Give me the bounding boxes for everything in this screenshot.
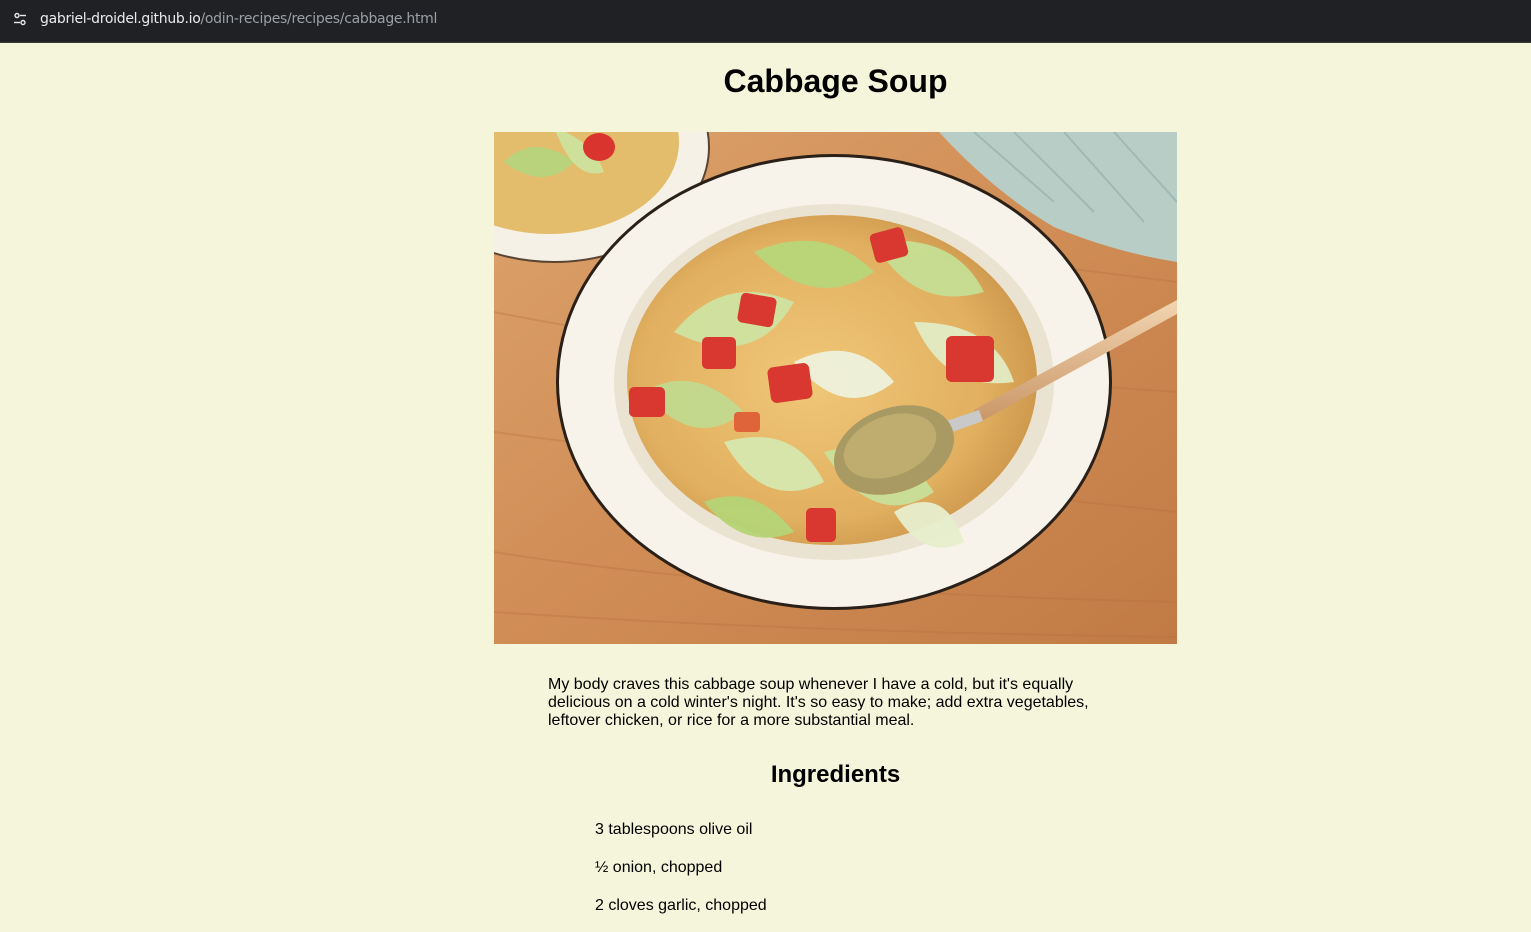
ingredient-item: 2 cloves garlic, chopped [595,897,767,914]
browser-address-bar: gabriel-droidel.github.io/odin-recipes/r… [0,0,1531,43]
recipe-page: Cabbage Soup My body craves this cabbage… [0,43,1531,919]
url-host: gabriel-droidel.github.io [40,11,201,27]
ingredient-item: 3 tablespoons olive oil [595,821,753,838]
recipe-image [494,132,1177,644]
ingredient-item: ½ onion, chopped [595,859,723,876]
url-field[interactable]: gabriel-droidel.github.io/odin-recipes/r… [40,10,437,28]
site-settings-icon[interactable] [12,11,28,27]
url-path: /odin-recipes/recipes/cabbage.html [200,11,438,27]
ingredients-list: 3 tablespoons olive oil ½ onion, chopped… [595,818,767,932]
recipe-description: My body craves this cabbage soup wheneve… [548,676,1089,729]
ingredients-heading: Ingredients [770,761,901,788]
page-title: Cabbage Soup [723,63,948,99]
